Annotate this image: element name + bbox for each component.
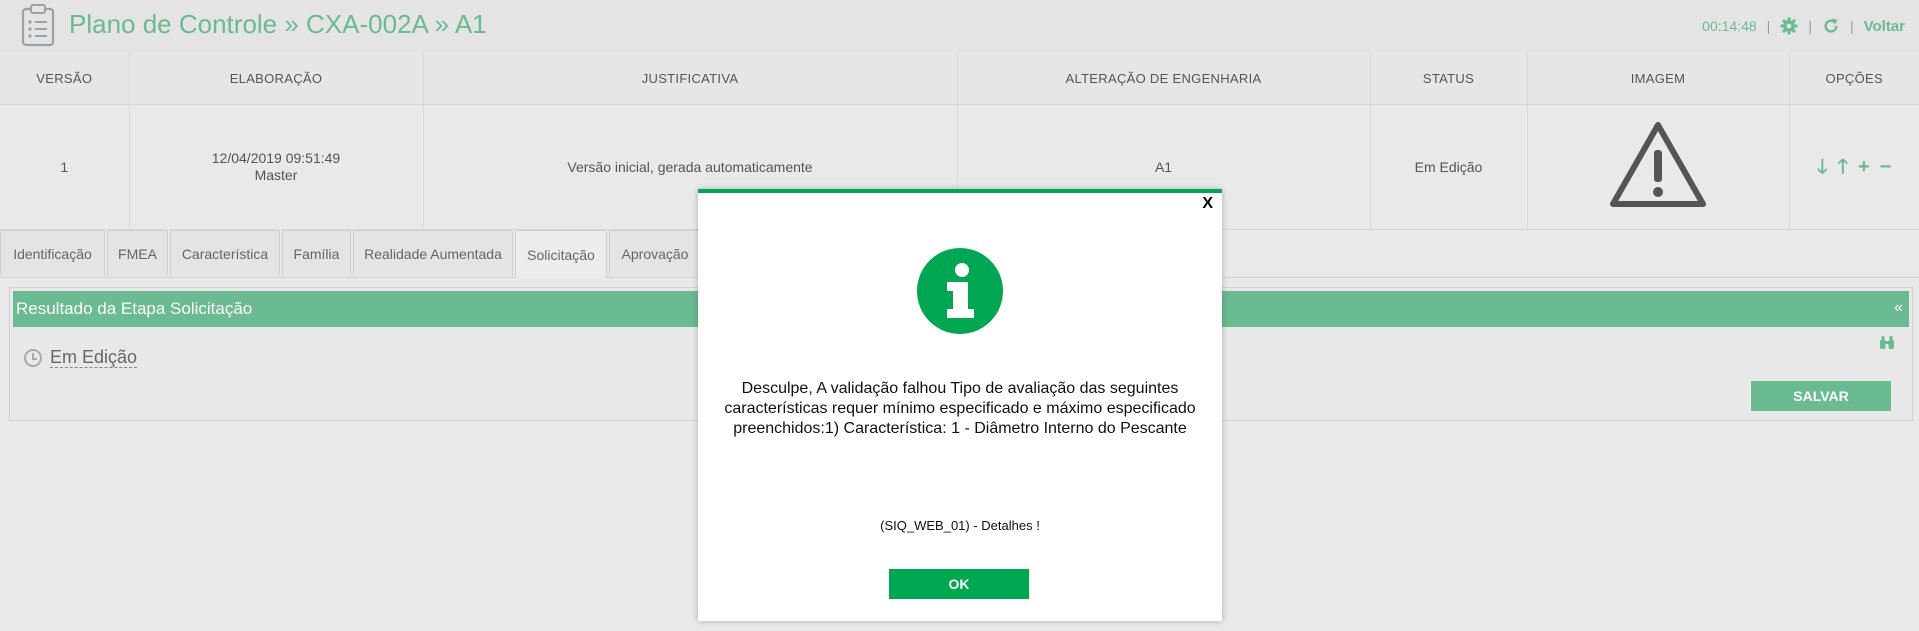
page-header: Plano de Controle » CXA-002A » A1 00:14:…	[0, 0, 1919, 53]
add-icon[interactable]: +	[1858, 157, 1870, 177]
error-code-details[interactable]: (SIQ_WEB_01) - Detalhes !	[698, 518, 1222, 533]
elaboration-author: Master	[254, 167, 298, 183]
tab-realidade-aumentada[interactable]: Realidade Aumentada	[353, 230, 513, 276]
tab-familia[interactable]: Família	[282, 230, 351, 276]
options-cell: 🡓 🡑 + −	[1789, 104, 1919, 230]
column-header: JUSTIFICATIVA	[423, 52, 958, 105]
tab-solicitacao[interactable]: Solicitação	[515, 230, 607, 278]
tab-aprovacao[interactable]: Aprovação	[609, 230, 701, 276]
warning-icon	[1610, 122, 1706, 207]
tab-caracteristica[interactable]: Característica	[170, 230, 280, 276]
column-header: ELABORAÇÃO	[129, 52, 424, 105]
table-header-row: VERSÃO ELABORAÇÃO JUSTIFICATIVA ALTERAÇÃ…	[0, 52, 1919, 105]
separator: |	[1808, 18, 1812, 34]
error-message: Desculpe, A validação falhou Tipo de ava…	[724, 380, 1196, 437]
move-up-icon[interactable]: 🡑	[1838, 157, 1848, 177]
tab-identificacao[interactable]: Identificação	[0, 230, 105, 276]
refresh-icon[interactable]	[1822, 17, 1840, 35]
separator: |	[1766, 18, 1771, 34]
gear-icon[interactable]	[1780, 17, 1798, 35]
info-icon	[917, 248, 1003, 334]
column-header: STATUS	[1370, 52, 1528, 105]
status-cell: Em Edição	[1370, 104, 1528, 230]
validation-error-dialog: X Desculpe, A validação falhou Tipo de a…	[698, 189, 1222, 621]
separator: |	[1849, 18, 1854, 34]
status-label[interactable]: Em Edição	[50, 347, 138, 368]
column-header: VERSÃO	[0, 52, 130, 105]
stage-status: Em Edição	[24, 347, 138, 368]
close-button[interactable]: X	[1202, 195, 1213, 213]
page-title: Plano de Controle » CXA-002A » A1	[69, 9, 487, 39]
column-header: OPÇÕES	[1789, 52, 1919, 105]
back-link[interactable]: Voltar	[1864, 18, 1905, 35]
session-timer: 00:14:48	[1702, 18, 1757, 34]
column-header: IMAGEM	[1527, 52, 1790, 105]
clock-icon	[24, 348, 42, 367]
save-button[interactable]: SALVAR	[1751, 381, 1891, 411]
version-cell: 1	[0, 104, 130, 230]
tab-fmea[interactable]: FMEA	[107, 230, 168, 276]
panel-title: Resultado da Etapa Solicitação	[16, 299, 253, 318]
image-cell	[1527, 104, 1790, 230]
remove-icon[interactable]: −	[1880, 157, 1892, 177]
elaboration-date: 12/04/2019 09:51:49	[211, 150, 341, 166]
collapse-icon[interactable]: «	[1894, 299, 1903, 317]
header-actions: 00:14:48 | | | Voltar	[1702, 15, 1905, 37]
elaboration-cell: 12/04/2019 09:51:49 Master	[129, 104, 424, 230]
binoculars-icon[interactable]	[1879, 335, 1895, 350]
ok-button[interactable]: OK	[889, 569, 1029, 599]
column-header: ALTERAÇÃO DE ENGENHARIA	[957, 52, 1371, 105]
clipboard-icon	[21, 4, 55, 47]
move-down-icon[interactable]: 🡓	[1817, 157, 1827, 177]
